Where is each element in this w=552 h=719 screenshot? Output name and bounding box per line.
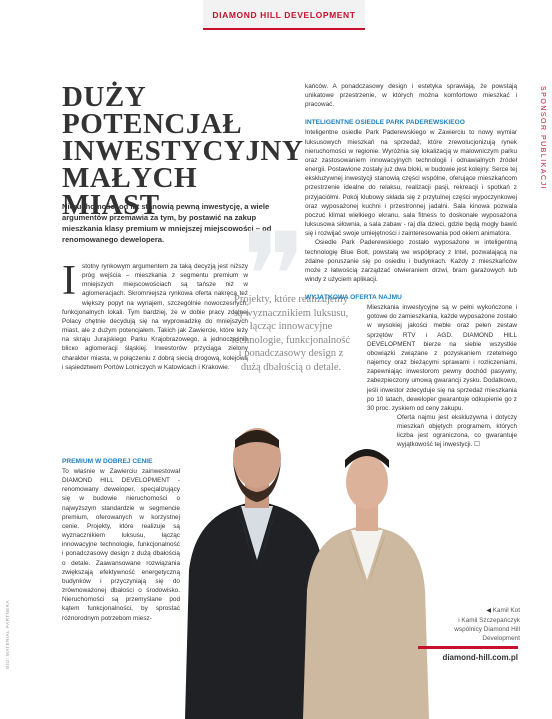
photo-caption: ◀ Kamil Kot i Kamil Szczepańczyk wspólni… [430, 606, 520, 643]
page-footer-note: BIO: MATERIAŁ PARTNERA [5, 600, 10, 669]
caption-line: i Kamil Szczepańczyk [458, 617, 520, 624]
technology-paragraph: Osiedle Park Paderewskiego zostało wypos… [305, 239, 517, 283]
sponsor-label: SPONSOR PUBLIKACJI [539, 86, 546, 191]
intro-paragraph: I stotny rynkowym argumentem za taką dec… [62, 258, 248, 372]
dropcap: I [62, 258, 76, 304]
subhead-oferta: WYJĄTKOWA OFERTA NAJMU [305, 294, 402, 302]
premium-paragraph: To właśnie w Zawierciu zainwestował DIAM… [62, 468, 180, 622]
website-link[interactable]: diamond-hill.com.pl [418, 646, 518, 662]
intro-text: stotny rynkowym argumentem za taką decyz… [62, 263, 248, 371]
caption-line: Development [482, 635, 520, 642]
subhead-premium: PREMIUM W DOBREJ CENIE [62, 458, 153, 465]
caption-line: wspólnicy Diamond Hill [454, 626, 520, 633]
right-column: kańców. A ponadczasowy design i estetyka… [305, 82, 517, 450]
man-left [185, 428, 325, 719]
continuation-paragraph: kańców. A ponadczasowy design i estetyka… [305, 83, 517, 109]
oferta-paragraph: Mieszkania inwestycyjne są w pełni wykoń… [367, 304, 517, 412]
magazine-page: DIAMOND HILL DEVELOPMENT SPONSOR PUBLIKA… [0, 0, 552, 719]
section-header: DIAMOND HILL DEVELOPMENT [203, 0, 365, 30]
man-right [303, 449, 429, 719]
founders-photo [185, 428, 429, 719]
subhead-osiedle: INTELIGENTNE OSIEDLE PARK PADEREWSKIEGO [305, 119, 465, 127]
left-column-lower: PREMIUM W DOBREJ CENIE To właśnie w Zawi… [62, 448, 180, 623]
caption-line: Kamil Kot [492, 607, 520, 614]
article-title: DUŻY POTENCJAŁ INWESTYCYJNY MAŁYCH MIAST [62, 83, 303, 220]
osiedle-paragraph: Inteligentne osiedle Park Paderewskiego … [305, 129, 517, 238]
left-column: I stotny rynkowym argumentem za taką dec… [62, 258, 248, 372]
